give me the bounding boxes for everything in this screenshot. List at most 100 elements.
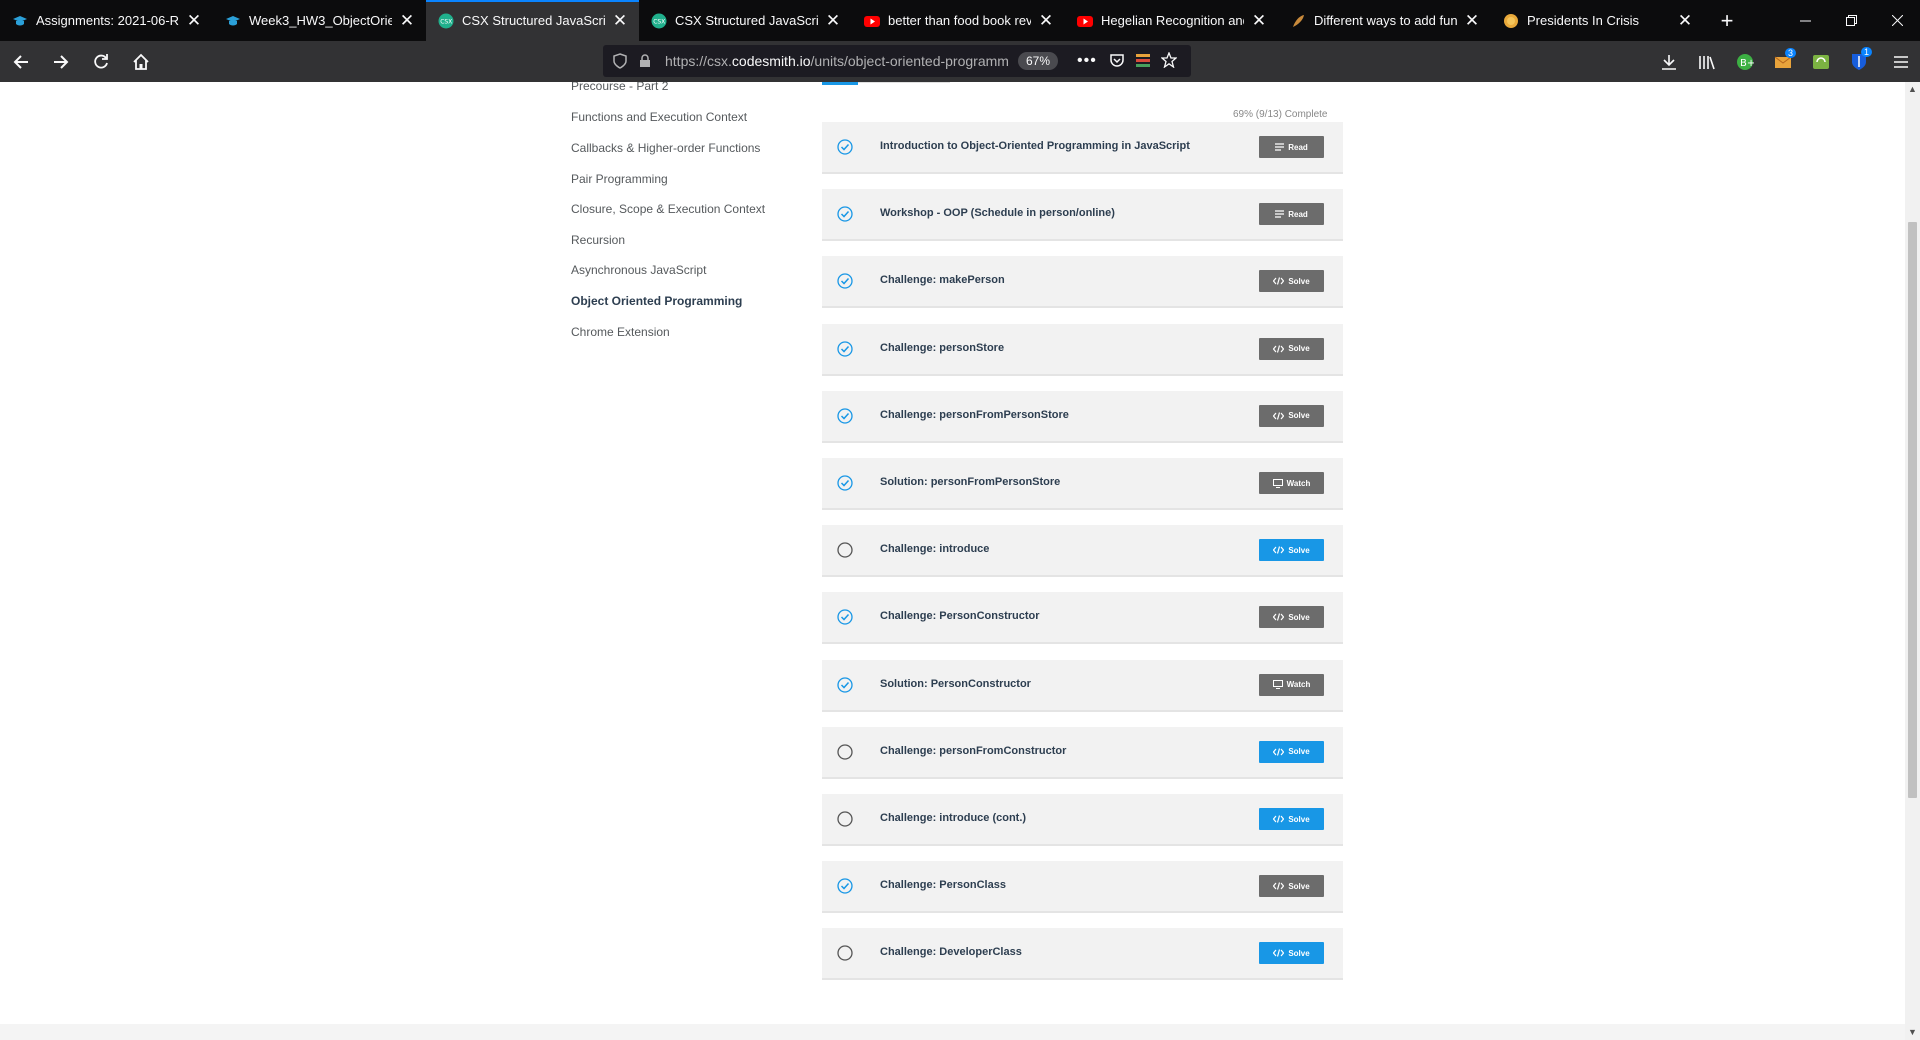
lesson-action-button[interactable]: Read [1259, 136, 1324, 158]
minimize-button[interactable] [1782, 0, 1828, 41]
page-actions-menu-icon[interactable]: ••• [1077, 52, 1097, 70]
empty-circle-icon [837, 945, 853, 962]
lesson-action-button[interactable]: Solve [1259, 808, 1324, 830]
close-tab-icon[interactable]: ✕ [1676, 11, 1694, 31]
close-window-button[interactable] [1874, 0, 1920, 41]
lesson-row[interactable]: Challenge: introduce Solve [822, 525, 1343, 578]
restore-button[interactable] [1828, 0, 1874, 41]
lesson-action-button[interactable]: Watch [1259, 673, 1324, 696]
sidebar-item[interactable]: Asynchronous JavaScript [571, 263, 706, 277]
page-footer [0, 1024, 1905, 1040]
new-tab-button[interactable]: + [1704, 0, 1750, 41]
lesson-title[interactable]: Challenge: personFromPersonStore [880, 409, 1069, 421]
close-tab-icon[interactable]: ✕ [1250, 11, 1268, 31]
sidebar-item[interactable]: Callbacks & Higher-order Functions [571, 141, 760, 155]
lesson-action-button[interactable]: Solve [1259, 875, 1324, 898]
lesson-action-button[interactable]: Watch [1259, 472, 1324, 494]
sidebar-item[interactable]: Object Oriented Programming [571, 294, 742, 308]
lesson-row[interactable]: Challenge: personFromConstructor Solve [822, 726, 1343, 779]
page-scrollbar[interactable]: ▲ ▼ [1905, 82, 1920, 1040]
lesson-row[interactable]: Challenge: introduce (cont.) Solve [822, 794, 1343, 846]
lesson-action-button[interactable]: Solve [1259, 270, 1324, 293]
browser-tab[interactable]: Presidents In Crisis ✕ [1491, 0, 1704, 41]
lesson-action-button[interactable]: Solve [1259, 942, 1324, 965]
lesson-title[interactable]: Workshop - OOP (Schedule in person/onlin… [880, 207, 1115, 219]
browser-tab[interactable]: Assignments: 2021-06-RTT ✕ [0, 0, 213, 41]
lesson-row[interactable]: Workshop - OOP (Schedule in person/onlin… [822, 189, 1343, 242]
lesson-row[interactable]: Challenge: personStore Solve [822, 323, 1343, 376]
lesson-action-button[interactable]: Solve [1259, 337, 1324, 360]
lesson-title[interactable]: Introduction to Object-Oriented Programm… [880, 140, 1190, 152]
back-button[interactable] [2, 46, 40, 78]
sidebar-item[interactable]: Functions and Execution Context [571, 110, 747, 124]
sidebar-item[interactable]: Pair Programming [571, 172, 668, 186]
lesson-title[interactable]: Challenge: introduce [880, 543, 989, 555]
lesson-title[interactable]: Challenge: introduce (cont.) [880, 812, 1026, 824]
lesson-title[interactable]: Challenge: PersonClass [880, 879, 1006, 891]
extension-b-button[interactable]: B+ [1726, 53, 1764, 71]
toolbar-right: B+ 3 1 [1650, 41, 1920, 82]
library-button[interactable] [1688, 54, 1726, 70]
bookmark-star-icon[interactable] [1161, 52, 1177, 68]
lesson-action-button[interactable]: Solve [1259, 404, 1324, 427]
lesson-row[interactable]: Challenge: makePerson Solve [822, 256, 1343, 309]
open-menu-button[interactable] [1882, 55, 1920, 69]
extension-notifications-button[interactable]: 3 [1764, 47, 1802, 70]
lesson-row[interactable]: Solution: personFromPersonStore Watch [822, 458, 1343, 510]
close-tab-icon[interactable]: ✕ [611, 11, 629, 31]
forward-button[interactable] [42, 46, 80, 78]
lesson-row[interactable]: Challenge: personFromPersonStore Solve [822, 390, 1343, 443]
lesson-title[interactable]: Challenge: makePerson [880, 274, 1005, 286]
lesson-action-button[interactable]: Solve [1259, 740, 1324, 763]
scroll-down-arrow-icon[interactable]: ▼ [1905, 1025, 1920, 1040]
extension-shield-button[interactable]: 1 [1840, 46, 1878, 71]
lesson-action-button[interactable]: Solve [1259, 606, 1324, 629]
zoom-level[interactable]: 67% [1018, 52, 1059, 70]
url-text[interactable]: https://csx.codesmith.io/units/object-or… [665, 53, 1010, 69]
sidebar-item[interactable]: Closure, Scope & Execution Context [571, 202, 765, 216]
lesson-row[interactable]: Introduction to Object-Oriented Programm… [822, 122, 1343, 174]
browser-tab[interactable]: better than food book reviev ✕ [852, 0, 1065, 41]
close-tab-icon[interactable]: ✕ [824, 11, 842, 31]
scroll-thumb[interactable] [1908, 222, 1917, 798]
lesson-title[interactable]: Challenge: DeveloperClass [880, 946, 1022, 958]
lesson-title[interactable]: Challenge: personStore [880, 342, 1004, 354]
close-tab-icon[interactable]: ✕ [1463, 11, 1481, 31]
lesson-title[interactable]: Solution: personFromPersonStore [880, 476, 1060, 488]
tab-title: CSX Structured JavaScript Le [462, 13, 605, 28]
close-tab-icon[interactable]: ✕ [185, 11, 203, 31]
browser-tab[interactable]: Hegelian Recognition and In ✕ [1065, 0, 1278, 41]
code-icon [1273, 748, 1285, 756]
lesson-row[interactable]: Challenge: DeveloperClass Solve [822, 928, 1343, 981]
browser-tab[interactable]: Week3_HW3_ObjectOriented ✕ [213, 0, 426, 41]
lesson-row[interactable]: Challenge: PersonConstructor Solve [822, 592, 1343, 645]
lesson-action-button[interactable]: Read [1259, 203, 1324, 226]
tracking-shield-icon[interactable] [613, 53, 627, 69]
home-button[interactable] [122, 46, 160, 78]
lesson-action-button[interactable]: Solve [1259, 539, 1324, 562]
lesson-row[interactable]: Challenge: PersonClass Solve [822, 861, 1343, 914]
scroll-up-arrow-icon[interactable]: ▲ [1905, 82, 1920, 97]
lock-icon[interactable] [639, 54, 651, 68]
close-tab-icon[interactable]: ✕ [398, 11, 416, 31]
lesson-title[interactable]: Challenge: PersonConstructor [880, 610, 1040, 622]
tab-title: Assignments: 2021-06-RTT [36, 13, 179, 28]
lesson-title[interactable]: Challenge: personFromConstructor [880, 745, 1066, 757]
lesson-title[interactable]: Solution: PersonConstructor [880, 678, 1031, 690]
download-icon [1662, 54, 1676, 70]
browser-tab[interactable]: CSX CSX Structured JavaScript Le ✕ [639, 0, 852, 41]
browser-tab[interactable]: Different ways to add functio ✕ [1278, 0, 1491, 41]
address-bar[interactable]: https://csx.codesmith.io/units/object-or… [603, 45, 1191, 77]
close-tab-icon[interactable]: ✕ [1037, 11, 1055, 31]
lesson-row[interactable]: Solution: PersonConstructor Watch [822, 659, 1343, 712]
sidebar-item[interactable]: Recursion [571, 233, 625, 247]
browser-tab[interactable]: CSX CSX Structured JavaScript Le ✕ [426, 0, 639, 41]
extension-sync-button[interactable] [1802, 54, 1840, 70]
sync-extension-icon [1813, 54, 1829, 69]
sidebar-item[interactable]: Precourse - Part 2 [571, 82, 668, 93]
reload-button[interactable] [82, 46, 120, 78]
sidebar-item[interactable]: Chrome Extension [571, 325, 670, 339]
downloads-button[interactable] [1650, 54, 1688, 70]
pocket-icon[interactable] [1109, 52, 1125, 68]
color-bars-extension-icon[interactable] [1135, 52, 1151, 68]
